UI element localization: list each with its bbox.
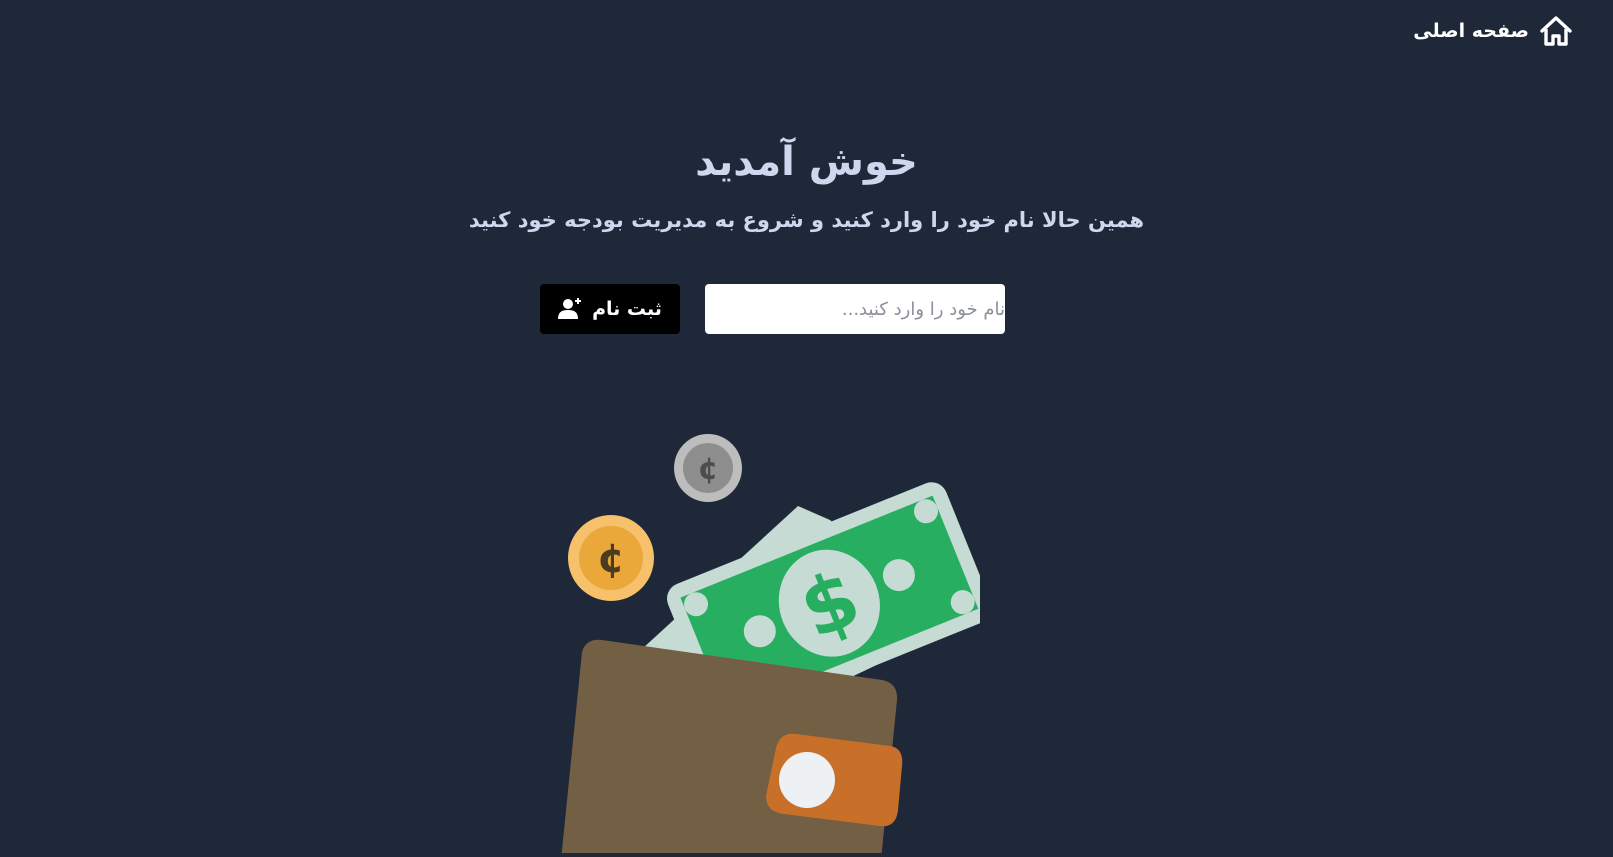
home-icon	[1539, 14, 1573, 48]
signup-form: ثبت نام	[540, 284, 1005, 334]
page-title: خوش آمدید	[695, 139, 918, 185]
user-plus-icon	[558, 298, 582, 320]
svg-text:¢: ¢	[698, 452, 719, 487]
wallet-illustration: ¢ ¢ $	[560, 430, 992, 857]
svg-text:¢: ¢	[597, 536, 625, 582]
gold-coin-icon: ¢	[568, 515, 654, 601]
hero-section: خوش آمدید همین حالا نام خود را وارد کنید…	[0, 138, 1613, 232]
home-link[interactable]: صفحه اصلی	[1413, 14, 1573, 48]
page-subtitle: همین حالا نام خود را وارد کنید و شروع به…	[468, 208, 1145, 232]
name-input[interactable]	[705, 284, 1005, 334]
register-button-label: ثبت نام	[592, 298, 662, 320]
silver-coin-icon: ¢	[674, 434, 742, 502]
register-button[interactable]: ثبت نام	[540, 284, 680, 334]
home-link-label: صفحه اصلی	[1413, 20, 1529, 42]
